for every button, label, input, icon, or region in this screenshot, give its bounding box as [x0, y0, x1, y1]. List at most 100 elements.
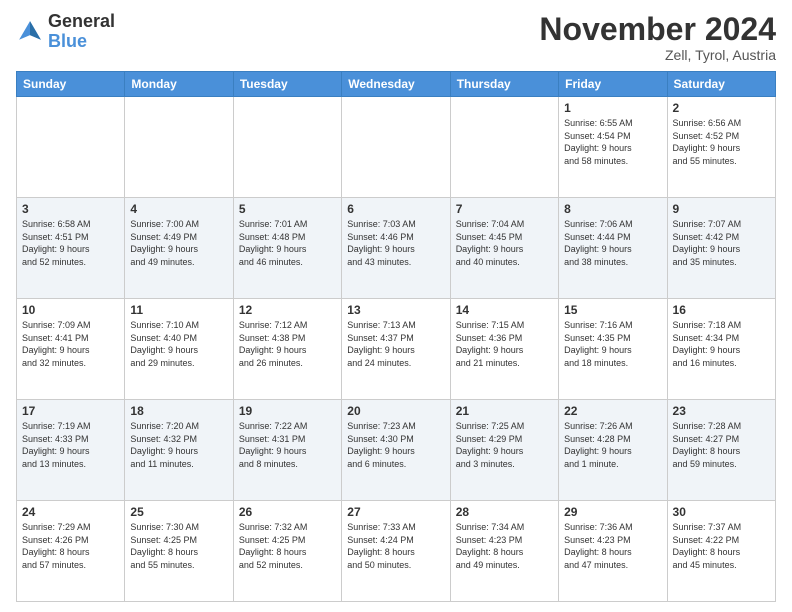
- day-number: 16: [673, 303, 770, 317]
- calendar-cell: [233, 97, 341, 198]
- day-number: 5: [239, 202, 336, 216]
- day-number: 29: [564, 505, 661, 519]
- day-number: 8: [564, 202, 661, 216]
- cell-info: Sunrise: 7:00 AM Sunset: 4:49 PM Dayligh…: [130, 218, 227, 268]
- weekday-header: Saturday: [667, 72, 775, 97]
- weekday-header: Monday: [125, 72, 233, 97]
- day-number: 2: [673, 101, 770, 115]
- day-number: 28: [456, 505, 553, 519]
- calendar-cell: 30 Sunrise: 7:37 AM Sunset: 4:22 PM Dayli…: [667, 501, 775, 602]
- cell-info: Sunrise: 7:23 AM Sunset: 4:30 PM Dayligh…: [347, 420, 444, 470]
- calendar-cell: 8Sunrise: 7:06 AM Sunset: 4:44 PM Daylig…: [559, 198, 667, 299]
- cell-info: Sunrise: 6:58 AM Sunset: 4:51 PM Dayligh…: [22, 218, 119, 268]
- calendar-cell: 28 Sunrise: 7:34 AM Sunset: 4:23 PM Dayli…: [450, 501, 558, 602]
- weekday-header: Wednesday: [342, 72, 450, 97]
- cell-info: Sunrise: 7:25 AM Sunset: 4:29 PM Dayligh…: [456, 420, 553, 470]
- logo-icon: [16, 18, 44, 46]
- day-number: 11: [130, 303, 227, 317]
- weekday-header: Tuesday: [233, 72, 341, 97]
- day-number: 25: [130, 505, 227, 519]
- calendar-cell: 3Sunrise: 6:58 AM Sunset: 4:51 PM Daylig…: [17, 198, 125, 299]
- weekday-header-row: SundayMondayTuesdayWednesdayThursdayFrid…: [17, 72, 776, 97]
- weekday-header: Friday: [559, 72, 667, 97]
- calendar-cell: 11 Sunrise: 7:10 AM Sunset: 4:40 PM Dayli…: [125, 299, 233, 400]
- cell-info: Sunrise: 7:13 AM Sunset: 4:37 PM Dayligh…: [347, 319, 444, 369]
- month-title: November 2024: [539, 12, 776, 47]
- calendar-cell: 2 Sunrise: 6:56 AM Sunset: 4:52 PM Daylig…: [667, 97, 775, 198]
- location: Zell, Tyrol, Austria: [539, 47, 776, 63]
- calendar-cell: 17 Sunrise: 7:19 AM Sunset: 4:33 PM Dayli…: [17, 400, 125, 501]
- logo: General Blue: [16, 12, 115, 52]
- calendar-cell: 10 Sunrise: 7:09 AM Sunset: 4:41 PM Dayli…: [17, 299, 125, 400]
- calendar-cell: 15Sunrise: 7:16 AM Sunset: 4:35 PM Dayli…: [559, 299, 667, 400]
- day-number: 14: [456, 303, 553, 317]
- calendar-week-row: 10 Sunrise: 7:09 AM Sunset: 4:41 PM Dayli…: [17, 299, 776, 400]
- calendar-week-row: 17 Sunrise: 7:19 AM Sunset: 4:33 PM Dayli…: [17, 400, 776, 501]
- calendar-week-row: 1 Sunrise: 6:55 AM Sunset: 4:54 PM Daylig…: [17, 97, 776, 198]
- calendar-cell: [342, 97, 450, 198]
- day-number: 1: [564, 101, 661, 115]
- day-number: 27: [347, 505, 444, 519]
- cell-info: Sunrise: 7:34 AM Sunset: 4:23 PM Dayligh…: [456, 521, 553, 571]
- page: General Blue November 2024 Zell, Tyrol, …: [0, 0, 792, 612]
- day-number: 19: [239, 404, 336, 418]
- day-number: 7: [456, 202, 553, 216]
- cell-info: Sunrise: 7:19 AM Sunset: 4:33 PM Dayligh…: [22, 420, 119, 470]
- weekday-header: Thursday: [450, 72, 558, 97]
- calendar-cell: 1 Sunrise: 6:55 AM Sunset: 4:54 PM Daylig…: [559, 97, 667, 198]
- day-number: 9: [673, 202, 770, 216]
- cell-info: Sunrise: 7:03 AM Sunset: 4:46 PM Dayligh…: [347, 218, 444, 268]
- day-number: 24: [22, 505, 119, 519]
- calendar-cell: 19 Sunrise: 7:22 AM Sunset: 4:31 PM Dayli…: [233, 400, 341, 501]
- calendar-cell: 9 Sunrise: 7:07 AM Sunset: 4:42 PM Daylig…: [667, 198, 775, 299]
- calendar-cell: 6Sunrise: 7:03 AM Sunset: 4:46 PM Daylig…: [342, 198, 450, 299]
- cell-info: Sunrise: 7:01 AM Sunset: 4:48 PM Dayligh…: [239, 218, 336, 268]
- calendar-cell: 23Sunrise: 7:28 AM Sunset: 4:27 PM Dayli…: [667, 400, 775, 501]
- cell-info: Sunrise: 7:33 AM Sunset: 4:24 PM Dayligh…: [347, 521, 444, 571]
- day-number: 21: [456, 404, 553, 418]
- calendar-cell: 25Sunrise: 7:30 AM Sunset: 4:25 PM Dayli…: [125, 501, 233, 602]
- calendar-cell: 5 Sunrise: 7:01 AM Sunset: 4:48 PM Daylig…: [233, 198, 341, 299]
- cell-info: Sunrise: 7:10 AM Sunset: 4:40 PM Dayligh…: [130, 319, 227, 369]
- calendar-cell: 29 Sunrise: 7:36 AM Sunset: 4:23 PM Dayli…: [559, 501, 667, 602]
- calendar-week-row: 24Sunrise: 7:29 AM Sunset: 4:26 PM Dayli…: [17, 501, 776, 602]
- cell-info: Sunrise: 7:12 AM Sunset: 4:38 PM Dayligh…: [239, 319, 336, 369]
- calendar-cell: 18Sunrise: 7:20 AM Sunset: 4:32 PM Dayli…: [125, 400, 233, 501]
- day-number: 17: [22, 404, 119, 418]
- logo-text: General Blue: [48, 12, 115, 52]
- day-number: 13: [347, 303, 444, 317]
- day-number: 22: [564, 404, 661, 418]
- calendar-cell: 14 Sunrise: 7:15 AM Sunset: 4:36 PM Dayli…: [450, 299, 558, 400]
- cell-info: Sunrise: 6:56 AM Sunset: 4:52 PM Dayligh…: [673, 117, 770, 167]
- calendar-cell: 22 Sunrise: 7:26 AM Sunset: 4:28 PM Dayli…: [559, 400, 667, 501]
- cell-info: Sunrise: 7:07 AM Sunset: 4:42 PM Dayligh…: [673, 218, 770, 268]
- calendar-cell: [450, 97, 558, 198]
- calendar-cell: 24Sunrise: 7:29 AM Sunset: 4:26 PM Dayli…: [17, 501, 125, 602]
- cell-info: Sunrise: 7:26 AM Sunset: 4:28 PM Dayligh…: [564, 420, 661, 470]
- title-block: November 2024 Zell, Tyrol, Austria: [539, 12, 776, 63]
- calendar-cell: 16Sunrise: 7:18 AM Sunset: 4:34 PM Dayli…: [667, 299, 775, 400]
- day-number: 4: [130, 202, 227, 216]
- calendar-cell: 27 Sunrise: 7:33 AM Sunset: 4:24 PM Dayli…: [342, 501, 450, 602]
- day-number: 10: [22, 303, 119, 317]
- cell-info: Sunrise: 7:04 AM Sunset: 4:45 PM Dayligh…: [456, 218, 553, 268]
- calendar-cell: 26 Sunrise: 7:32 AM Sunset: 4:25 PM Dayli…: [233, 501, 341, 602]
- cell-info: Sunrise: 7:28 AM Sunset: 4:27 PM Dayligh…: [673, 420, 770, 470]
- cell-info: Sunrise: 7:37 AM Sunset: 4:22 PM Dayligh…: [673, 521, 770, 571]
- calendar-cell: 21 Sunrise: 7:25 AM Sunset: 4:29 PM Dayli…: [450, 400, 558, 501]
- cell-info: Sunrise: 7:36 AM Sunset: 4:23 PM Dayligh…: [564, 521, 661, 571]
- day-number: 15: [564, 303, 661, 317]
- cell-info: Sunrise: 6:55 AM Sunset: 4:54 PM Dayligh…: [564, 117, 661, 167]
- day-number: 26: [239, 505, 336, 519]
- weekday-header: Sunday: [17, 72, 125, 97]
- cell-info: Sunrise: 7:32 AM Sunset: 4:25 PM Dayligh…: [239, 521, 336, 571]
- day-number: 30: [673, 505, 770, 519]
- day-number: 18: [130, 404, 227, 418]
- calendar-cell: [125, 97, 233, 198]
- day-number: 20: [347, 404, 444, 418]
- header: General Blue November 2024 Zell, Tyrol, …: [16, 12, 776, 63]
- calendar-table: SundayMondayTuesdayWednesdayThursdayFrid…: [16, 71, 776, 602]
- cell-info: Sunrise: 7:15 AM Sunset: 4:36 PM Dayligh…: [456, 319, 553, 369]
- cell-info: Sunrise: 7:22 AM Sunset: 4:31 PM Dayligh…: [239, 420, 336, 470]
- cell-info: Sunrise: 7:09 AM Sunset: 4:41 PM Dayligh…: [22, 319, 119, 369]
